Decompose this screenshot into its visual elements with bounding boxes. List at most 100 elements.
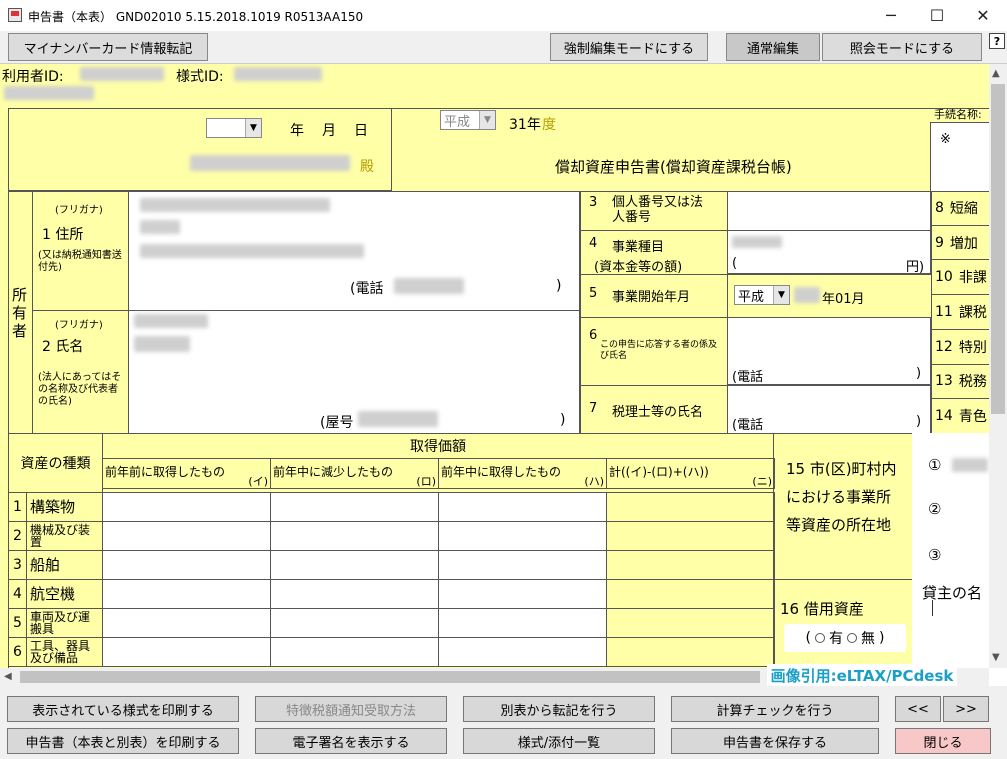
asset-value-cell[interactable]	[102, 550, 271, 580]
location-circle-1: ①	[928, 456, 942, 474]
vertical-scroll-thumb[interactable]	[991, 84, 1005, 414]
close-window-button[interactable]: ✕	[960, 0, 1006, 31]
image-credit-watermark: 画像引用:eLTAX/PCdesk	[767, 664, 957, 686]
item4-sub-label: (資本金等の額)	[594, 260, 683, 275]
prev-page-button[interactable]: <<	[895, 696, 941, 722]
name-field[interactable]	[128, 310, 580, 434]
asset-value-cell[interactable]	[102, 492, 271, 522]
location-field[interactable]	[912, 433, 989, 579]
mynumber-transfer-button[interactable]: マイナンバーカード情報転記	[8, 33, 208, 61]
asset-value-cell[interactable]	[102, 608, 271, 638]
asset-value-cell[interactable]	[438, 521, 607, 551]
attachments-list-button[interactable]: 様式/添付一覧	[463, 728, 655, 754]
procedure-box	[930, 122, 989, 192]
phone1-suffix: )	[556, 278, 562, 294]
asset-value-cell[interactable]	[438, 608, 607, 638]
right-item-number: 13	[935, 373, 953, 390]
app-icon	[8, 8, 22, 22]
date-era-select[interactable]: ▼	[206, 118, 262, 138]
right-item-label: 青色	[958, 409, 987, 426]
asset-row-number: 5	[9, 609, 27, 637]
horizontal-scroll-thumb[interactable]	[20, 671, 760, 683]
asset-value-cell	[606, 637, 775, 667]
right-item-11: 11 課税	[931, 295, 989, 330]
scroll-left-icon[interactable]: ◀	[4, 671, 12, 682]
location-value-1	[952, 458, 988, 472]
right-item-number: 10	[935, 269, 953, 286]
form-id-value	[234, 67, 322, 81]
asset-value-cell[interactable]	[438, 637, 607, 667]
right-item-number: 14	[935, 408, 953, 425]
save-declaration-button[interactable]: 申告書を保存する	[671, 728, 879, 754]
asset-value-cell[interactable]	[270, 608, 439, 638]
business-type-value	[732, 236, 782, 248]
address-value-1	[140, 220, 180, 234]
force-edit-mode-button[interactable]: 強制編集モードにする	[550, 33, 708, 61]
help-icon[interactable]: ?	[989, 33, 1005, 49]
print-all-button[interactable]: 申告書（本表と別表）を印刷する	[7, 728, 239, 754]
leased-close-paren: )	[879, 630, 885, 646]
asset-value-cell[interactable]	[270, 492, 439, 522]
item3-number: 3	[589, 195, 598, 210]
asset-value-cell	[606, 550, 775, 580]
scroll-up-icon[interactable]: ▲	[992, 68, 1000, 79]
window-title: 申告書（本表） GND02010 5.15.2018.1019 R0513AA1…	[28, 10, 364, 24]
item3-label: 個人番号又は法人番号	[612, 195, 704, 225]
view-mode-button[interactable]: 照会モードにする	[822, 33, 982, 61]
asset-value-cell[interactable]	[438, 492, 607, 522]
asset-value-cell[interactable]	[438, 579, 607, 609]
item4-label: 事業種目	[612, 240, 665, 255]
addressee-value	[190, 155, 350, 171]
date-year-label: 年	[290, 123, 304, 139]
asset-value-cell[interactable]	[270, 579, 439, 609]
calc-check-button[interactable]: 計算チェックを行う	[671, 696, 879, 722]
leased-no-radio[interactable]	[847, 633, 857, 643]
location-label-3: 等資産の所在地	[786, 516, 892, 534]
right-item-10: 10 非課	[931, 260, 989, 296]
asset-value-cell[interactable]	[102, 579, 271, 609]
asset-value-cell[interactable]	[270, 521, 439, 551]
special-tax-notice-button[interactable]: 特徴税額通知受取方法	[255, 696, 447, 722]
asset-row-number: 3	[9, 551, 27, 579]
shop-name-value	[358, 411, 438, 427]
normal-edit-button[interactable]: 通常編集	[726, 33, 820, 61]
location-circle-2: ②	[928, 500, 942, 518]
column-mark: (ロ)	[416, 475, 436, 488]
shop-name-prefix: (屋号	[320, 415, 354, 431]
capital-unit: 円)	[906, 260, 925, 275]
asset-value-cell[interactable]	[270, 637, 439, 667]
asset-value-cell	[606, 521, 775, 551]
transfer-from-appendix-button[interactable]: 別表から転記を行う	[463, 696, 655, 722]
asset-value-cell[interactable]	[102, 637, 271, 667]
acquisition-column-header: 前年前に取得したもの (イ)	[102, 458, 271, 489]
start-era-select[interactable]: 平成 ▼	[734, 285, 790, 305]
minimize-button[interactable]: ─	[868, 0, 914, 31]
print-shown-button[interactable]: 表示されている様式を印刷する	[7, 696, 239, 722]
corporate-number-field[interactable]	[727, 191, 931, 231]
location-label-2: における事業所	[786, 488, 892, 506]
furigana-label-2: (フリガナ)	[55, 320, 103, 331]
acquisition-column-header: 計((イ)-(ロ)+(ハ)) (ニ)	[606, 458, 775, 489]
close-form-button[interactable]: 閉じる	[895, 728, 991, 754]
leased-yes-radio[interactable]	[815, 633, 825, 643]
leased-yes-label: 有	[829, 631, 843, 647]
address-note: (又は納税通知書送付先)	[38, 250, 122, 273]
asset-value-cell[interactable]	[438, 550, 607, 580]
show-signature-button[interactable]: 電子署名を表示する	[255, 728, 447, 754]
acquisition-header: 取得価額	[102, 433, 774, 459]
scroll-down-icon[interactable]: ▼	[992, 652, 1000, 663]
asset-row-name: 機械及び装置	[30, 523, 91, 549]
right-item-label: 課税	[958, 304, 987, 321]
phone1-value	[394, 278, 464, 294]
asset-value-cell[interactable]	[270, 550, 439, 580]
leased-open-paren: (	[805, 630, 811, 646]
next-page-button[interactable]: >>	[943, 696, 989, 722]
bottom-button-bar: 表示されている様式を印刷する 特徴税額通知受取方法 別表から転記を行う 計算チェ…	[0, 686, 1007, 759]
fiscal-era-select[interactable]: 平成 ▼	[440, 110, 496, 130]
maximize-button[interactable]: ☐	[914, 0, 960, 31]
vertical-scrollbar[interactable]: ▲ ▼	[989, 64, 1007, 668]
asset-value-cell[interactable]	[102, 521, 271, 551]
right-item-8: 8 短縮	[931, 191, 989, 226]
right-items-list: 8 短縮 9 増加 10 非課 11 課税 12 特別 13 税務 14 青色	[931, 191, 989, 434]
capital-open: (	[732, 256, 738, 271]
